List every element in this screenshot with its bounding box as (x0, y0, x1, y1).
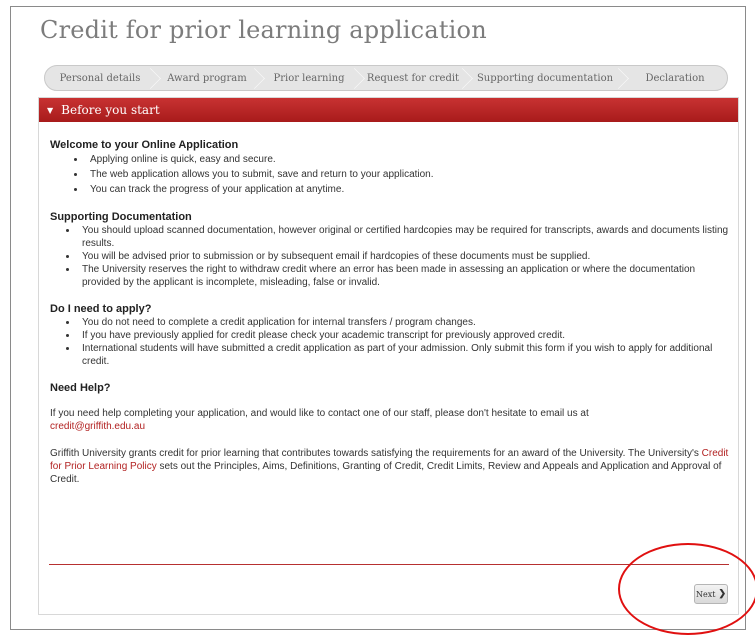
page-title: Credit for prior learning application (40, 16, 487, 44)
list-item: You do not need to complete a credit app… (78, 316, 730, 329)
step-award-program[interactable]: Award program (155, 66, 259, 90)
step-prior-learning[interactable]: Prior learning (259, 66, 359, 90)
step-supporting-documentation[interactable]: Supporting documentation (467, 66, 623, 90)
welcome-heading: Welcome to your Online Application (50, 139, 239, 151)
list-item: International students will have submitt… (78, 342, 730, 368)
chevron-right-icon: ❯ (718, 589, 726, 599)
next-button-label: Next (695, 589, 716, 599)
step-declaration[interactable]: Declaration (623, 66, 727, 90)
help-text: If you need help completing your applica… (50, 408, 589, 432)
before-you-start-panel: ▼ Before you start Welcome to your Onlin… (38, 97, 739, 615)
list-item: Applying online is quick, easy and secur… (86, 152, 730, 167)
help-email-link[interactable]: credit@griffith.edu.au (50, 421, 145, 432)
next-button[interactable]: Next ❯ (694, 584, 728, 604)
list-item: You can track the progress of your appli… (86, 182, 730, 197)
caret-down-icon: ▼ (47, 105, 54, 115)
divider (49, 564, 729, 565)
step-personal-details[interactable]: Personal details (45, 66, 155, 90)
apply-list: You do not need to complete a credit app… (50, 316, 730, 368)
step-request-for-credit[interactable]: Request for credit (359, 66, 467, 90)
list-item: If you have previously applied for credi… (78, 329, 730, 342)
apply-heading: Do I need to apply? (50, 303, 152, 315)
section-content: Welcome to your Online Application Apply… (50, 139, 730, 486)
list-item: You should upload scanned documentation,… (78, 224, 730, 250)
section-header[interactable]: ▼ Before you start (39, 98, 738, 122)
list-item: The University reserves the right to wit… (78, 263, 730, 289)
supporting-heading: Supporting Documentation (50, 211, 192, 223)
welcome-list: Applying online is quick, easy and secur… (50, 152, 730, 197)
policy-text: Griffith University grants credit for pr… (50, 448, 729, 485)
supporting-list: You should upload scanned documentation,… (50, 224, 730, 289)
progress-steps: Personal details Award program Prior lea… (44, 65, 728, 91)
section-title: Before you start (61, 103, 160, 117)
help-heading: Need Help? (50, 382, 111, 394)
list-item: You will be advised prior to submission … (78, 250, 730, 263)
list-item: The web application allows you to submit… (86, 167, 730, 182)
